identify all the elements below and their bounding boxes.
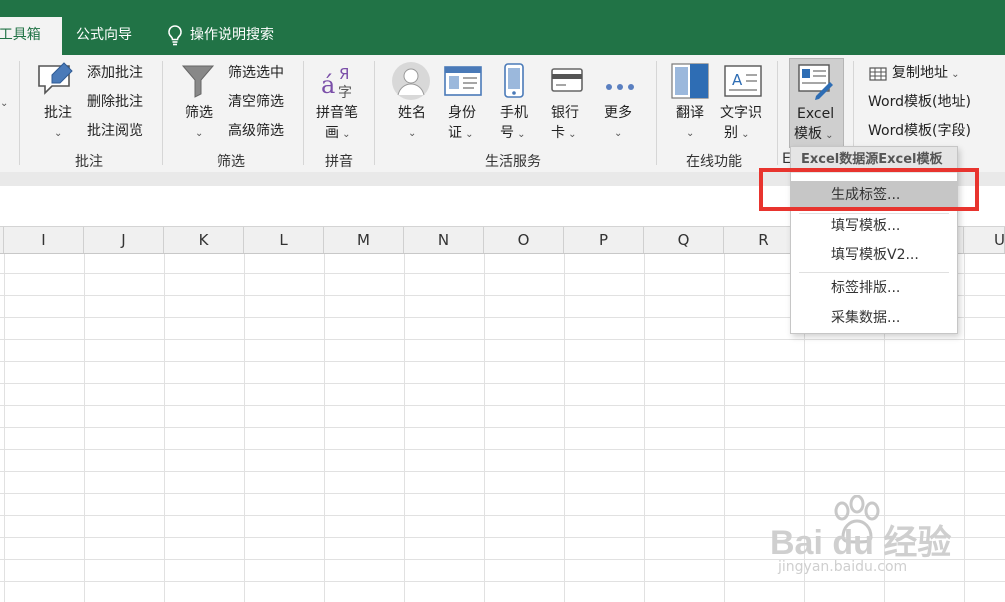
chevron-down-icon: ⌄ xyxy=(339,129,351,140)
bank-card-icon xyxy=(551,67,583,97)
menu-item-fill-template-v2[interactable]: 填写模板V2... xyxy=(791,241,957,269)
person-avatar-icon xyxy=(391,61,431,105)
id-card-icon xyxy=(444,64,482,102)
chevron-down-icon: ⌄ xyxy=(0,98,9,109)
comment-button[interactable]: 批注 xyxy=(44,104,72,122)
menu-item-collect-data[interactable]: 采集数据... xyxy=(791,304,957,332)
column-header-k[interactable]: K xyxy=(164,227,244,253)
excel-template-line1: Excel xyxy=(797,106,835,122)
translate-button[interactable]: 翻译 xyxy=(676,104,704,122)
phone-number-button-line2[interactable]: 号 ⌄ xyxy=(500,124,526,144)
ribbon-tab-bar: /工具箱 公式向导 操作说明搜索 xyxy=(0,17,1005,55)
column-header-i[interactable]: I xyxy=(4,227,84,253)
copy-address-icon xyxy=(869,66,887,85)
add-comment-button[interactable]: 添加批注 xyxy=(87,64,143,82)
group-separator xyxy=(162,61,163,165)
menu-item-fill-template[interactable]: 填写模板... xyxy=(791,212,957,240)
menu-divider xyxy=(799,272,949,273)
copy-address-button[interactable]: 复制地址 ⌄ xyxy=(892,64,960,84)
lightbulb-icon xyxy=(168,25,182,46)
title-bar xyxy=(0,0,1005,17)
column-header-l[interactable]: L xyxy=(244,227,324,253)
group-label-filter: 筛选 xyxy=(217,154,245,170)
group-separator xyxy=(374,61,375,165)
bank-card-button[interactable]: 银行 xyxy=(551,104,579,122)
group-label-comment: 批注 xyxy=(75,154,103,170)
excel-template-button[interactable]: Excel 模板 ⌄ xyxy=(789,58,844,148)
chevron-down-icon: ⌄ xyxy=(514,129,526,140)
watermark-logo-text: Bai du 经验 xyxy=(770,524,952,562)
group-label-pinyin: 拼音 xyxy=(325,154,353,170)
clear-filter-button[interactable]: 清空筛选 xyxy=(228,93,284,111)
delete-comment-button[interactable]: 删除批注 xyxy=(87,93,143,111)
chevron-down-icon: ⌄ xyxy=(686,128,695,139)
phone-number-button[interactable]: 手机 xyxy=(500,104,528,122)
filter-button[interactable]: 筛选 xyxy=(185,104,213,122)
chevron-down-icon: ⌄ xyxy=(54,128,63,139)
text-recognition-icon: A xyxy=(724,65,762,101)
filter-funnel-icon xyxy=(181,63,215,103)
column-header-u[interactable]: U xyxy=(964,227,1005,253)
chevron-down-icon: ⌄ xyxy=(738,129,750,140)
svg-text:字: 字 xyxy=(338,85,352,99)
tell-me-label: 操作说明搜索 xyxy=(190,27,274,43)
group-separator xyxy=(303,61,304,165)
group-label-life-services: 生活服务 xyxy=(485,154,541,170)
chevron-down-icon: ⌄ xyxy=(195,128,204,139)
text-recognition-button[interactable]: 文字识 xyxy=(720,104,762,122)
tell-me-search[interactable]: 操作说明搜索 xyxy=(166,17,274,55)
svg-text:á: á xyxy=(321,71,335,99)
name-button[interactable]: 姓名 xyxy=(398,104,426,122)
advanced-filter-button[interactable]: 高级筛选 xyxy=(228,122,284,140)
chevron-down-icon: ⌄ xyxy=(614,128,623,139)
chevron-down-icon: ⌄ xyxy=(822,130,834,141)
watermark-url: jingyan.baidu.com xyxy=(778,559,908,575)
pinyin-icon: á Я 字 xyxy=(320,63,360,103)
group-separator xyxy=(777,61,778,165)
svg-text:Я: Я xyxy=(339,65,349,83)
id-card-button[interactable]: 身份 xyxy=(448,104,476,122)
chevron-down-icon: ⌄ xyxy=(948,69,960,80)
id-card-button-line2[interactable]: 证 ⌄ xyxy=(448,124,474,144)
word-template-address-button[interactable]: Word模板(地址) xyxy=(868,93,971,111)
group-separator xyxy=(656,61,657,165)
pinyin-stroke-button-line2[interactable]: 画 ⌄ xyxy=(325,124,351,144)
column-header-n[interactable]: N xyxy=(404,227,484,253)
view-comment-button[interactable]: 批注阅览 xyxy=(87,122,143,140)
mobile-phone-icon xyxy=(503,63,525,103)
column-header-m[interactable]: M xyxy=(324,227,404,253)
column-header-j[interactable]: J xyxy=(84,227,164,253)
chevron-down-icon: ⌄ xyxy=(408,128,417,139)
chevron-down-icon: ⌄ xyxy=(565,129,577,140)
excel-template-line2: 模板 ⌄ xyxy=(794,126,834,142)
comment-icon xyxy=(36,61,76,101)
svg-text:A: A xyxy=(732,71,743,89)
chevron-down-icon: ⌄ xyxy=(462,129,474,140)
word-template-field-button[interactable]: Word模板(字段) xyxy=(868,122,971,140)
bank-card-button-line2[interactable]: 卡 ⌄ xyxy=(551,124,577,144)
tab-formula-wizard[interactable]: 公式向导 xyxy=(76,17,132,55)
pinyin-stroke-button[interactable]: 拼音笔 xyxy=(316,104,358,122)
group-separator xyxy=(19,61,20,165)
text-recognition-button-line2[interactable]: 别 ⌄ xyxy=(724,124,750,144)
group-label-online: 在线功能 xyxy=(686,154,742,170)
tab-toolbox[interactable]: /工具箱 xyxy=(0,17,62,55)
more-dots-icon xyxy=(604,77,636,96)
highlight-annotation xyxy=(759,168,979,211)
column-header-p[interactable]: P xyxy=(564,227,644,253)
column-header-o[interactable]: O xyxy=(484,227,564,253)
menu-item-label-layout[interactable]: 标签排版... xyxy=(791,274,957,302)
translate-icon xyxy=(671,63,709,103)
filter-selected-button[interactable]: 筛选选中 xyxy=(228,64,284,82)
excel-template-icon xyxy=(798,64,833,100)
more-button[interactable]: 更多 xyxy=(604,104,632,122)
column-header-q[interactable]: Q xyxy=(644,227,724,253)
baidu-jingyan-watermark: Bai du 经验 jingyan.baidu.com xyxy=(770,495,1000,585)
